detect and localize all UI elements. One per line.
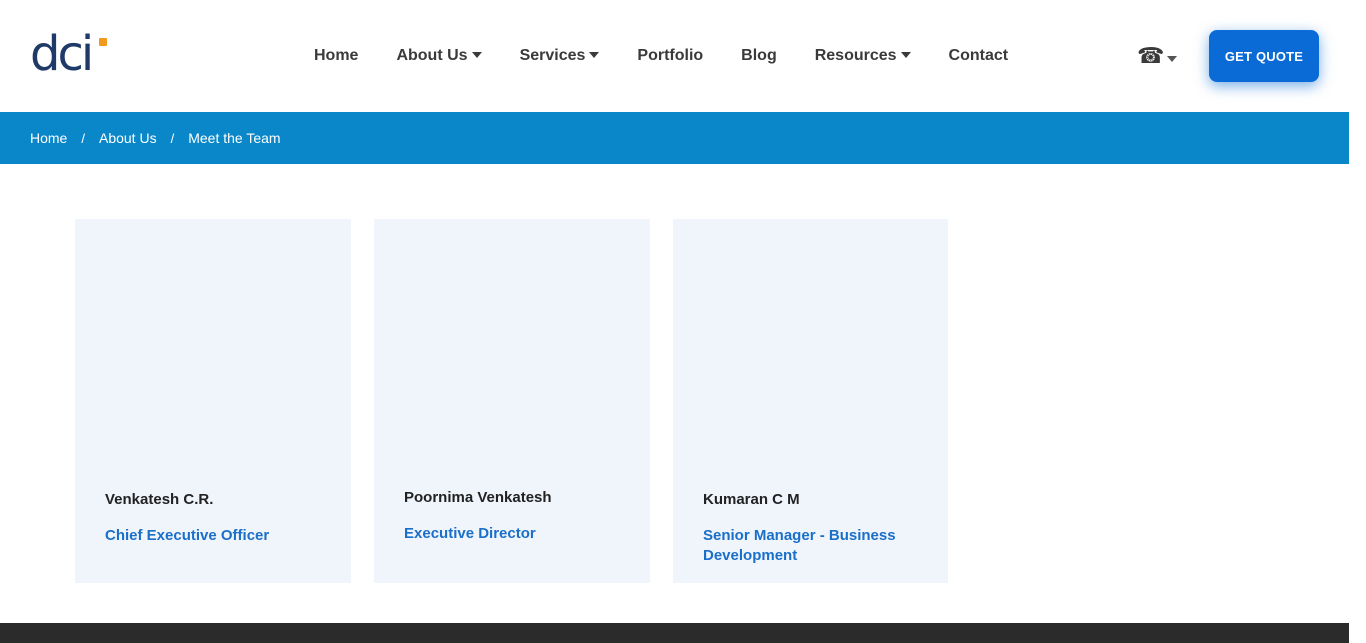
nav-item-about-us[interactable]: About Us bbox=[396, 47, 482, 65]
team-member-photo bbox=[374, 219, 650, 479]
breadcrumb-about-us[interactable]: About Us bbox=[99, 130, 157, 146]
nav-item-label: Contact bbox=[948, 47, 1009, 64]
caret-down-icon bbox=[900, 52, 911, 58]
team-member-role: Senior Manager - Business Development bbox=[703, 527, 896, 564]
breadcrumb-current-page: Meet the Team bbox=[188, 130, 281, 146]
team-member-name: Poornima Venkatesh bbox=[404, 489, 552, 506]
breadcrumb: Home / About Us / Meet the Team bbox=[0, 112, 1349, 164]
nav-item-resources[interactable]: Resources bbox=[815, 47, 911, 65]
team-member-photo bbox=[75, 219, 351, 479]
logo-text: dci bbox=[30, 26, 94, 82]
nav-item-label: Home bbox=[314, 47, 359, 64]
team-card[interactable]: Venkatesh C.R. Chief Executive Officer bbox=[75, 219, 351, 583]
phone-icon: ☎ bbox=[1137, 44, 1165, 69]
nav-item-contact[interactable]: Contact bbox=[949, 47, 1009, 65]
team-member-name: Kumaran C M bbox=[703, 491, 800, 508]
team-member-role: Executive Director bbox=[404, 525, 536, 542]
footer bbox=[0, 623, 1349, 643]
logo-accent-dot bbox=[99, 38, 107, 46]
site-header: dci Home About Us Services Portfolio Blo… bbox=[0, 0, 1366, 112]
breadcrumb-separator: / bbox=[81, 130, 85, 146]
nav-item-label: Blog bbox=[741, 47, 777, 64]
caret-down-icon bbox=[589, 52, 600, 58]
page: dci Home About Us Services Portfolio Blo… bbox=[0, 0, 1366, 643]
nav-item-label: Portfolio bbox=[637, 47, 704, 64]
nav-item-label: Services bbox=[519, 47, 586, 64]
breadcrumb-home[interactable]: Home bbox=[30, 130, 67, 146]
team-card[interactable]: Kumaran C M Senior Manager - Business De… bbox=[673, 219, 948, 583]
dci-logo[interactable]: dci bbox=[30, 26, 112, 82]
nav-item-services[interactable]: Services bbox=[520, 47, 600, 65]
nav-item-label: About Us bbox=[396, 47, 468, 64]
nav-item-label: Resources bbox=[814, 47, 897, 64]
get-quote-button[interactable]: GET QUOTE bbox=[1209, 30, 1319, 82]
caret-down-icon bbox=[1167, 56, 1178, 62]
phone-dropdown[interactable]: ☎ bbox=[1137, 44, 1178, 70]
caret-down-icon bbox=[471, 52, 482, 58]
team-member-name: Venkatesh C.R. bbox=[105, 491, 214, 508]
team-card[interactable]: Poornima Venkatesh Executive Director bbox=[374, 219, 650, 583]
team-member-photo bbox=[673, 219, 948, 479]
nav-item-home[interactable]: Home bbox=[314, 47, 358, 65]
team-member-role: Chief Executive Officer bbox=[105, 527, 270, 544]
breadcrumb-separator: / bbox=[170, 130, 175, 146]
nav-item-portfolio[interactable]: Portfolio bbox=[637, 47, 703, 65]
main-nav: Home About Us Services Portfolio Blog Re… bbox=[314, 0, 1046, 112]
nav-item-blog[interactable]: Blog bbox=[741, 47, 777, 65]
page-scrollbar[interactable] bbox=[1349, 0, 1366, 643]
